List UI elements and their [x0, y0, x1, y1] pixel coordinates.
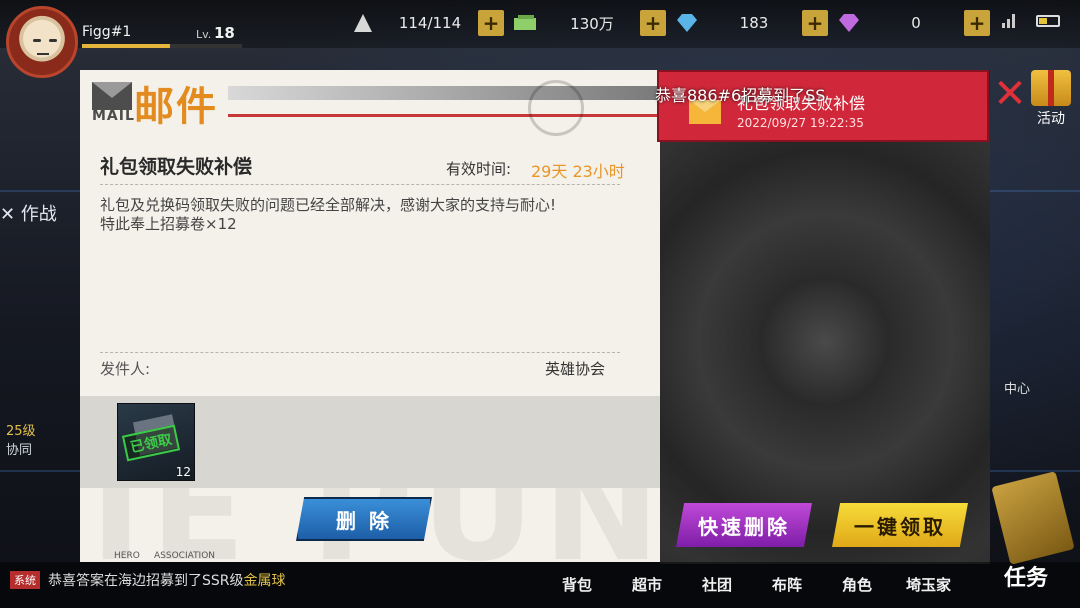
- valid-time-label: 有效时间:: [446, 160, 512, 178]
- add-purple-gem-button[interactable]: +: [964, 10, 990, 36]
- footer-hero: HERO: [114, 551, 140, 561]
- activity-button[interactable]: 活动: [1026, 70, 1076, 128]
- activity-label: 活动: [1037, 111, 1065, 127]
- mail-body-line: 特此奉上招募卷×12: [100, 215, 237, 233]
- resource-purple-gem: 0 +: [836, 10, 990, 36]
- mail-body: 礼包及兑换码领取失败的问题已经全部解决，感谢大家的支持与耐心! 特此奉上招募卷×…: [100, 196, 630, 234]
- sender-label: 发件人:: [100, 360, 151, 378]
- attachment-item[interactable]: 已领取 12: [117, 403, 195, 481]
- resource-value: 114/114: [398, 14, 462, 32]
- close-icon[interactable]: ✕: [992, 74, 1028, 114]
- postmark-stamp: [528, 80, 584, 136]
- player-level-tag: Lv.: [196, 28, 212, 41]
- resource-cash: 130万 +: [512, 10, 666, 36]
- player-name: Figg#1: [82, 24, 132, 40]
- add-stamina-button[interactable]: +: [478, 10, 504, 36]
- footer-association: ASSOCIATION: [154, 551, 216, 561]
- diamond-icon: [677, 14, 697, 32]
- nav-formation[interactable]: 布阵: [772, 574, 802, 595]
- envelope-icon: [92, 82, 132, 110]
- nav-character[interactable]: 角色: [842, 574, 872, 595]
- header-stripe-red: [228, 114, 658, 117]
- mail-header-cn: 邮件: [134, 84, 218, 130]
- signal-icon: [1002, 14, 1020, 28]
- quick-delete-button[interactable]: 快速删除: [676, 503, 812, 547]
- player-avatar[interactable]: [6, 6, 78, 78]
- mail-list-item-date: 2022/09/27 19:22:35: [737, 116, 864, 130]
- combat-label[interactable]: ✕ 作战: [0, 200, 57, 226]
- cash-icon: [514, 15, 536, 30]
- add-cash-button[interactable]: +: [640, 10, 666, 36]
- purple-gem-icon: [839, 14, 859, 32]
- claimed-stamp: 已领取: [121, 424, 181, 462]
- stamina-icon: [354, 14, 372, 32]
- ticker-text: 恭喜答案在海边招募到了SSR级: [48, 573, 244, 589]
- announcement-marquee: 恭喜886#6招募到了SS: [655, 86, 826, 105]
- coop-level[interactable]: 25级 协同: [6, 420, 36, 458]
- center-label[interactable]: 中心: [1004, 378, 1030, 397]
- resource-value: 183: [739, 14, 769, 32]
- divider: [100, 184, 620, 185]
- divider: [100, 352, 620, 353]
- avatar-eye: [49, 39, 57, 42]
- coop-label: 协同: [6, 443, 33, 458]
- task-label[interactable]: 任务: [1004, 560, 1048, 592]
- ticker-highlight: 金属球: [243, 573, 286, 589]
- delete-button[interactable]: 删 除: [296, 497, 432, 541]
- mail-title: 礼包领取失败补偿: [100, 156, 253, 178]
- nav-backpack[interactable]: 背包: [562, 574, 592, 595]
- mail-list-item[interactable]: 礼包领取失败补偿 2022/09/27 19:22:35: [657, 70, 989, 142]
- battery-icon: [1036, 15, 1060, 27]
- gift-icon: [1031, 70, 1071, 106]
- header-stripe: [228, 86, 658, 100]
- claim-all-button[interactable]: 一键领取: [832, 503, 968, 547]
- mail-list-panel: [660, 70, 990, 564]
- resource-diamond: 183 +: [674, 10, 828, 36]
- attachment-count: 12: [175, 465, 191, 479]
- coop-level-value: 25级: [6, 424, 36, 439]
- add-diamond-button[interactable]: +: [802, 10, 828, 36]
- system-ticker: 系统 恭喜答案在海边招募到了SSR级 金属球: [10, 570, 286, 590]
- nav-market[interactable]: 超市: [632, 574, 662, 595]
- valid-time-value: 29天 23小时: [531, 162, 625, 181]
- exp-bar-fill: [82, 44, 170, 48]
- avatar-mouth: [37, 53, 49, 55]
- ticker-tag: 系统: [10, 571, 40, 589]
- avatar-eye: [33, 39, 41, 42]
- resource-stamina: 114/114 +: [350, 10, 504, 36]
- exp-bar: [82, 44, 242, 48]
- mail-detail-panel: IE PUNCH: [80, 70, 660, 593]
- nav-club[interactable]: 社团: [702, 574, 732, 595]
- mail-body-line: 礼包及兑换码领取失败的问题已经全部解决，感谢大家的支持与耐心!: [100, 196, 557, 214]
- sender-value: 英雄协会: [545, 360, 606, 378]
- resource-value: 0: [911, 14, 921, 32]
- mail-header-en: MAIL: [92, 108, 135, 124]
- player-level: 18: [214, 24, 235, 42]
- resource-value: 130万: [570, 14, 614, 33]
- nav-saitama-home[interactable]: 埼玉家: [906, 574, 951, 595]
